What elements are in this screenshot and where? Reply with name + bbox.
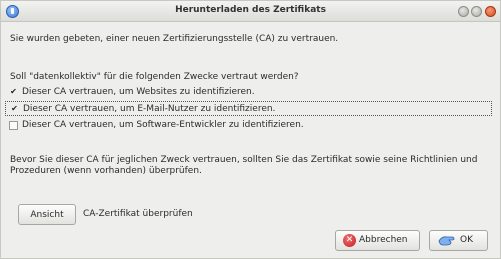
ok-hand-icon bbox=[438, 236, 455, 246]
cancel-button[interactable]: ✕ Abbrechen bbox=[335, 230, 420, 251]
ok-label: OK bbox=[460, 235, 473, 245]
cancel-label: Abbrechen bbox=[359, 235, 408, 245]
trust-email-checkbox[interactable]: ✔ bbox=[10, 105, 19, 114]
question-text: Soll "datenkollektiv" für die folgenden … bbox=[10, 72, 299, 82]
intro-text: Sie wurden gebeten, einer neuen Zertifiz… bbox=[10, 34, 339, 44]
trust-websites-checkbox[interactable]: ✔ bbox=[9, 88, 18, 97]
trust-websites-label: Dieser CA vertrauen, um Websites zu iden… bbox=[22, 87, 255, 97]
trust-websites-option[interactable]: ✔ Dieser CA vertrauen, um Websites zu id… bbox=[5, 85, 492, 100]
ok-button[interactable]: OK bbox=[429, 230, 488, 251]
warning-text: Bevor Sie dieser CA für jeglichen Zweck … bbox=[10, 155, 478, 176]
cancel-icon: ✕ bbox=[343, 234, 356, 247]
trust-software-checkbox[interactable] bbox=[9, 121, 18, 130]
maximize-button[interactable] bbox=[471, 6, 482, 17]
trust-email-label: Dieser CA vertrauen, um E-Mail-Nutzer zu… bbox=[23, 104, 276, 114]
certificate-download-dialog: Herunterladen des Zertifikats Sie wurden… bbox=[0, 0, 501, 259]
close-button[interactable] bbox=[485, 6, 496, 17]
window-title: Herunterladen des Zertifikats bbox=[175, 5, 326, 15]
view-certificate-button[interactable]: Ansicht bbox=[18, 204, 76, 225]
trust-software-label: Dieser CA vertrauen, um Software-Entwick… bbox=[22, 120, 304, 130]
view-certificate-hint: CA-Zertifikat überprüfen bbox=[83, 209, 193, 219]
titlebar[interactable]: Herunterladen des Zertifikats bbox=[1, 1, 500, 22]
trust-software-option[interactable]: Dieser CA vertrauen, um Software-Entwick… bbox=[5, 118, 492, 133]
minimize-button[interactable] bbox=[458, 6, 469, 17]
trust-email-option[interactable]: ✔ Dieser CA vertrauen, um E-Mail-Nutzer … bbox=[5, 101, 492, 116]
